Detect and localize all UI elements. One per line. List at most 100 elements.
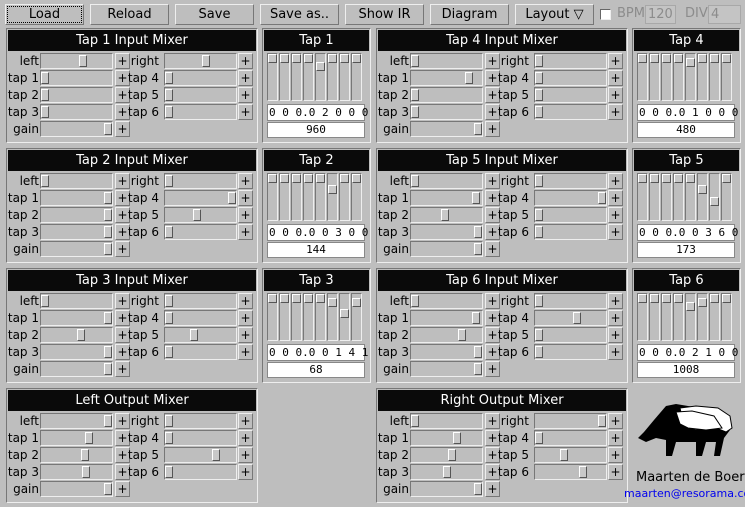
save-button[interactable]: Save (175, 4, 254, 25)
slider-thumb[interactable] (268, 54, 277, 63)
slider-thumb[interactable] (638, 174, 647, 183)
plus-button[interactable]: + (485, 241, 500, 257)
slider-thumb[interactable] (698, 297, 707, 307)
gain-slider[interactable] (40, 53, 113, 69)
slider-thumb[interactable] (104, 209, 112, 221)
gain-slider[interactable] (534, 293, 607, 309)
slider-thumb[interactable] (165, 106, 173, 118)
gain-slider[interactable] (534, 173, 607, 189)
gain-slider[interactable] (164, 344, 237, 360)
plus-button[interactable]: + (608, 173, 623, 189)
plus-button[interactable]: + (238, 464, 253, 480)
slider-thumb[interactable] (212, 449, 220, 461)
diagram-button[interactable]: Diagram (430, 4, 509, 25)
slider-thumb[interactable] (104, 363, 112, 375)
delay-digits-field[interactable]: 0 0 0.0 0 3 0 0 (267, 224, 368, 241)
plus-button[interactable]: + (238, 104, 253, 120)
delay-digit-slider[interactable] (279, 293, 290, 341)
slider-thumb[interactable] (292, 54, 301, 63)
slider-thumb[interactable] (268, 294, 277, 303)
plus-button[interactable]: + (238, 344, 253, 360)
slider-thumb[interactable] (474, 243, 482, 255)
slider-thumb[interactable] (104, 123, 112, 135)
gain-slider[interactable] (410, 413, 483, 429)
slider-thumb[interactable] (193, 209, 201, 221)
slider-thumb[interactable] (165, 432, 173, 444)
plus-button[interactable]: + (115, 241, 130, 257)
slider-thumb[interactable] (411, 295, 419, 307)
slider-thumb[interactable] (340, 309, 349, 319)
slider-thumb[interactable] (453, 432, 461, 444)
gain-slider[interactable] (40, 344, 113, 360)
slider-thumb[interactable] (650, 294, 659, 303)
load-button[interactable]: Load (5, 4, 84, 25)
slider-thumb[interactable] (698, 185, 707, 195)
gain-slider[interactable] (534, 190, 607, 206)
bpm-input[interactable]: 120 (645, 5, 676, 24)
gain-slider[interactable] (534, 104, 607, 120)
delay-digit-slider[interactable] (709, 173, 720, 221)
gain-slider[interactable] (410, 464, 483, 480)
slider-thumb[interactable] (41, 89, 49, 101)
slider-thumb[interactable] (41, 175, 49, 187)
gain-slider[interactable] (164, 413, 237, 429)
slider-thumb[interactable] (280, 294, 289, 303)
delay-digit-slider[interactable] (709, 53, 720, 101)
delay-digits-field[interactable]: 0 0 0.0 0 1 4 1 (267, 344, 368, 361)
plus-button[interactable]: + (608, 207, 623, 223)
slider-thumb[interactable] (104, 312, 112, 324)
gain-slider[interactable] (534, 430, 607, 446)
gain-slider[interactable] (410, 70, 483, 86)
gain-slider[interactable] (40, 207, 113, 223)
slider-thumb[interactable] (535, 329, 543, 341)
slider-thumb[interactable] (674, 294, 683, 303)
slider-thumb[interactable] (165, 175, 173, 187)
delay-digit-slider[interactable] (673, 293, 684, 341)
slider-thumb[interactable] (328, 297, 337, 307)
slider-thumb[interactable] (165, 226, 173, 238)
slider-thumb[interactable] (104, 415, 112, 427)
delay-digit-slider[interactable] (351, 53, 362, 101)
gain-slider[interactable] (410, 104, 483, 120)
slider-thumb[interactable] (686, 174, 695, 183)
gain-slider[interactable] (410, 224, 483, 240)
slider-thumb[interactable] (722, 174, 731, 183)
slider-thumb[interactable] (81, 449, 89, 461)
slider-thumb[interactable] (411, 175, 419, 187)
gain-slider[interactable] (40, 70, 113, 86)
slider-thumb[interactable] (710, 54, 719, 63)
delay-digit-slider[interactable] (649, 293, 660, 341)
slider-thumb[interactable] (165, 466, 173, 478)
slider-thumb[interactable] (104, 192, 112, 204)
delay-digit-slider[interactable] (637, 53, 648, 101)
gain-slider[interactable] (164, 104, 237, 120)
gain-slider[interactable] (164, 447, 237, 463)
gain-slider[interactable] (40, 121, 113, 137)
gain-slider[interactable] (164, 293, 237, 309)
gain-slider[interactable] (410, 344, 483, 360)
slider-thumb[interactable] (474, 346, 482, 358)
gain-slider[interactable] (40, 430, 113, 446)
delay-samples-field[interactable]: 960 (267, 122, 365, 138)
plus-button[interactable]: + (608, 430, 623, 446)
slider-thumb[interactable] (316, 61, 325, 71)
gain-slider[interactable] (534, 447, 607, 463)
slider-thumb[interactable] (268, 174, 277, 183)
delay-digit-slider[interactable] (697, 53, 708, 101)
slider-thumb[interactable] (202, 55, 210, 67)
plus-button[interactable]: + (608, 310, 623, 326)
delay-digit-slider[interactable] (303, 293, 314, 341)
gain-slider[interactable] (164, 53, 237, 69)
delay-samples-field[interactable]: 480 (637, 122, 735, 138)
delay-digit-slider[interactable] (291, 173, 302, 221)
delay-digit-slider[interactable] (661, 53, 672, 101)
slider-thumb[interactable] (710, 196, 719, 206)
delay-digit-slider[interactable] (351, 173, 362, 221)
slider-thumb[interactable] (472, 192, 480, 204)
slider-thumb[interactable] (560, 449, 568, 461)
plus-button[interactable]: + (608, 344, 623, 360)
gain-slider[interactable] (410, 207, 483, 223)
gain-slider[interactable] (40, 361, 113, 377)
gain-slider[interactable] (410, 173, 483, 189)
slider-thumb[interactable] (304, 54, 313, 63)
